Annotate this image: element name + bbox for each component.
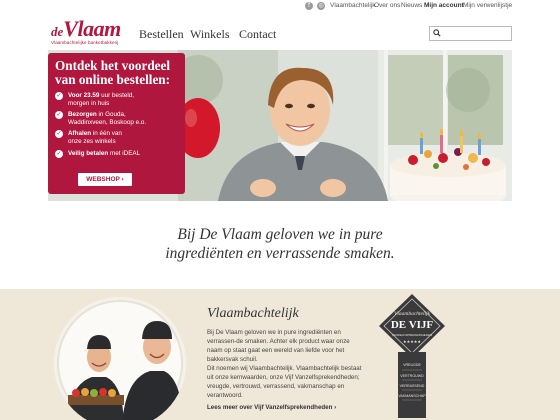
logo-tagline: Vlaambachtelijke banketbakkerij bbox=[51, 40, 119, 45]
badge-emblem: Vlaambachtelijk DE VIJF VANZELFSPREKENDH… bbox=[379, 294, 445, 418]
benefit-text: in één van bbox=[91, 130, 122, 138]
de-vijf-badge[interactable]: Vlaambachtelijk DE VIJF VANZELFSPREKENDH… bbox=[376, 292, 448, 420]
logo-de: de bbox=[51, 24, 64, 39]
benefit-text: met iDEAL bbox=[108, 149, 141, 157]
nav-bestellen[interactable]: Bestellen bbox=[139, 27, 184, 42]
benefit-text-2: onze zes winkels bbox=[68, 137, 116, 145]
svg-text:★★★★★: ★★★★★ bbox=[403, 339, 421, 344]
benefit-text-2: Waddinxveen, Boskoop e.o. bbox=[68, 118, 147, 126]
bakers-photo bbox=[54, 297, 186, 420]
intro-line2: ingrediënten en verrassende smaken. bbox=[165, 245, 395, 262]
intro-statement: Bij De Vlaam geloven we in pure ingredië… bbox=[0, 225, 560, 263]
promo-benefits: ✓ Voor 23.59 uur besteld, morgen in huis… bbox=[55, 92, 178, 158]
top-link-over-ons[interactable]: Over ons bbox=[374, 2, 400, 9]
benefit-item: ✓ Veilig betalen met iDEAL bbox=[55, 149, 178, 158]
section-title: Vlaambachtelijk bbox=[207, 306, 299, 321]
benefit-text-2: morgen in huis bbox=[68, 99, 110, 107]
badge-sub: VANZELFSPREKENDHEDEN bbox=[392, 333, 432, 337]
benefit-bold: Afhalen bbox=[68, 130, 92, 138]
top-link-mijn-account[interactable]: Mijn account bbox=[424, 2, 464, 9]
benefit-bold: Veilig betalen bbox=[68, 149, 109, 157]
benefit-item: ✓ Voor 23.59 uur besteld, morgen in huis bbox=[55, 92, 178, 107]
promo-panel: Ontdek het voordeel van online bestellen… bbox=[48, 53, 185, 194]
check-icon: ✓ bbox=[55, 111, 63, 120]
benefit-item: ✓ Bezorgen in Gouda, Waddinxveen, Boskoo… bbox=[55, 111, 178, 126]
section-paragraph-1: Bij De Vlaam geloven we in pure ingredië… bbox=[207, 329, 350, 363]
top-link-nieuws[interactable]: Nieuws bbox=[401, 2, 422, 9]
top-link-verwenlijstje[interactable]: Mijn verwenlijstje bbox=[463, 2, 512, 9]
benefit-text: in Gouda, bbox=[96, 111, 126, 119]
benefit-bold: Voor 23.59 bbox=[68, 92, 100, 99]
bakers-illustration bbox=[54, 297, 186, 420]
benefit-bold: Bezorgen bbox=[68, 111, 97, 119]
badge-value-4: VAKMANSCHAP bbox=[398, 394, 426, 398]
promo-title-line1: Ontdek het voordeel bbox=[55, 58, 171, 73]
search-icon[interactable] bbox=[433, 29, 441, 37]
badge-value-1: VREUGDE bbox=[403, 363, 421, 367]
top-link-vlaambachtelijk[interactable]: Vlaambachtelijk bbox=[330, 2, 376, 9]
utility-bar: f ◎ Vlaambachtelijk Over ons Nieuws Mijn… bbox=[0, 0, 560, 12]
nav-winkels[interactable]: Winkels bbox=[190, 27, 230, 42]
benefit-item: ✓ Afhalen in één van onze zes winkels bbox=[55, 130, 178, 145]
search-input[interactable] bbox=[429, 26, 512, 41]
read-more-link[interactable]: Lees meer over Vijf Vanzelfsprekendheden… bbox=[207, 404, 336, 411]
webshop-button[interactable]: WEBSHOP › bbox=[78, 173, 132, 186]
logo[interactable]: deVlaam Vlaambachtelijke banketbakkerij bbox=[51, 16, 131, 46]
badge-main: DE VIJF bbox=[391, 319, 434, 331]
badge-value-3: VERRASSEND bbox=[400, 384, 425, 388]
check-icon: ✓ bbox=[55, 130, 63, 139]
promo-title-line2: van online bestellen: bbox=[55, 72, 171, 87]
benefit-text: uur besteld, bbox=[99, 92, 135, 99]
nav-contact[interactable]: Contact bbox=[239, 27, 276, 42]
logo-brand: Vlaam bbox=[63, 16, 121, 41]
facebook-icon[interactable]: f bbox=[305, 2, 313, 10]
section-paragraph-2: Dit noemen wij Vlaambachtelijk. Vlaambac… bbox=[207, 365, 362, 399]
instagram-icon[interactable]: ◎ bbox=[317, 2, 325, 10]
badge-top: Vlaambachtelijk bbox=[394, 311, 431, 317]
check-icon: ✓ bbox=[55, 149, 63, 158]
intro-line1: Bij De Vlaam geloven we in pure bbox=[177, 226, 383, 243]
badge-value-2: VERTROUWD bbox=[400, 374, 424, 378]
check-icon: ✓ bbox=[55, 92, 63, 100]
